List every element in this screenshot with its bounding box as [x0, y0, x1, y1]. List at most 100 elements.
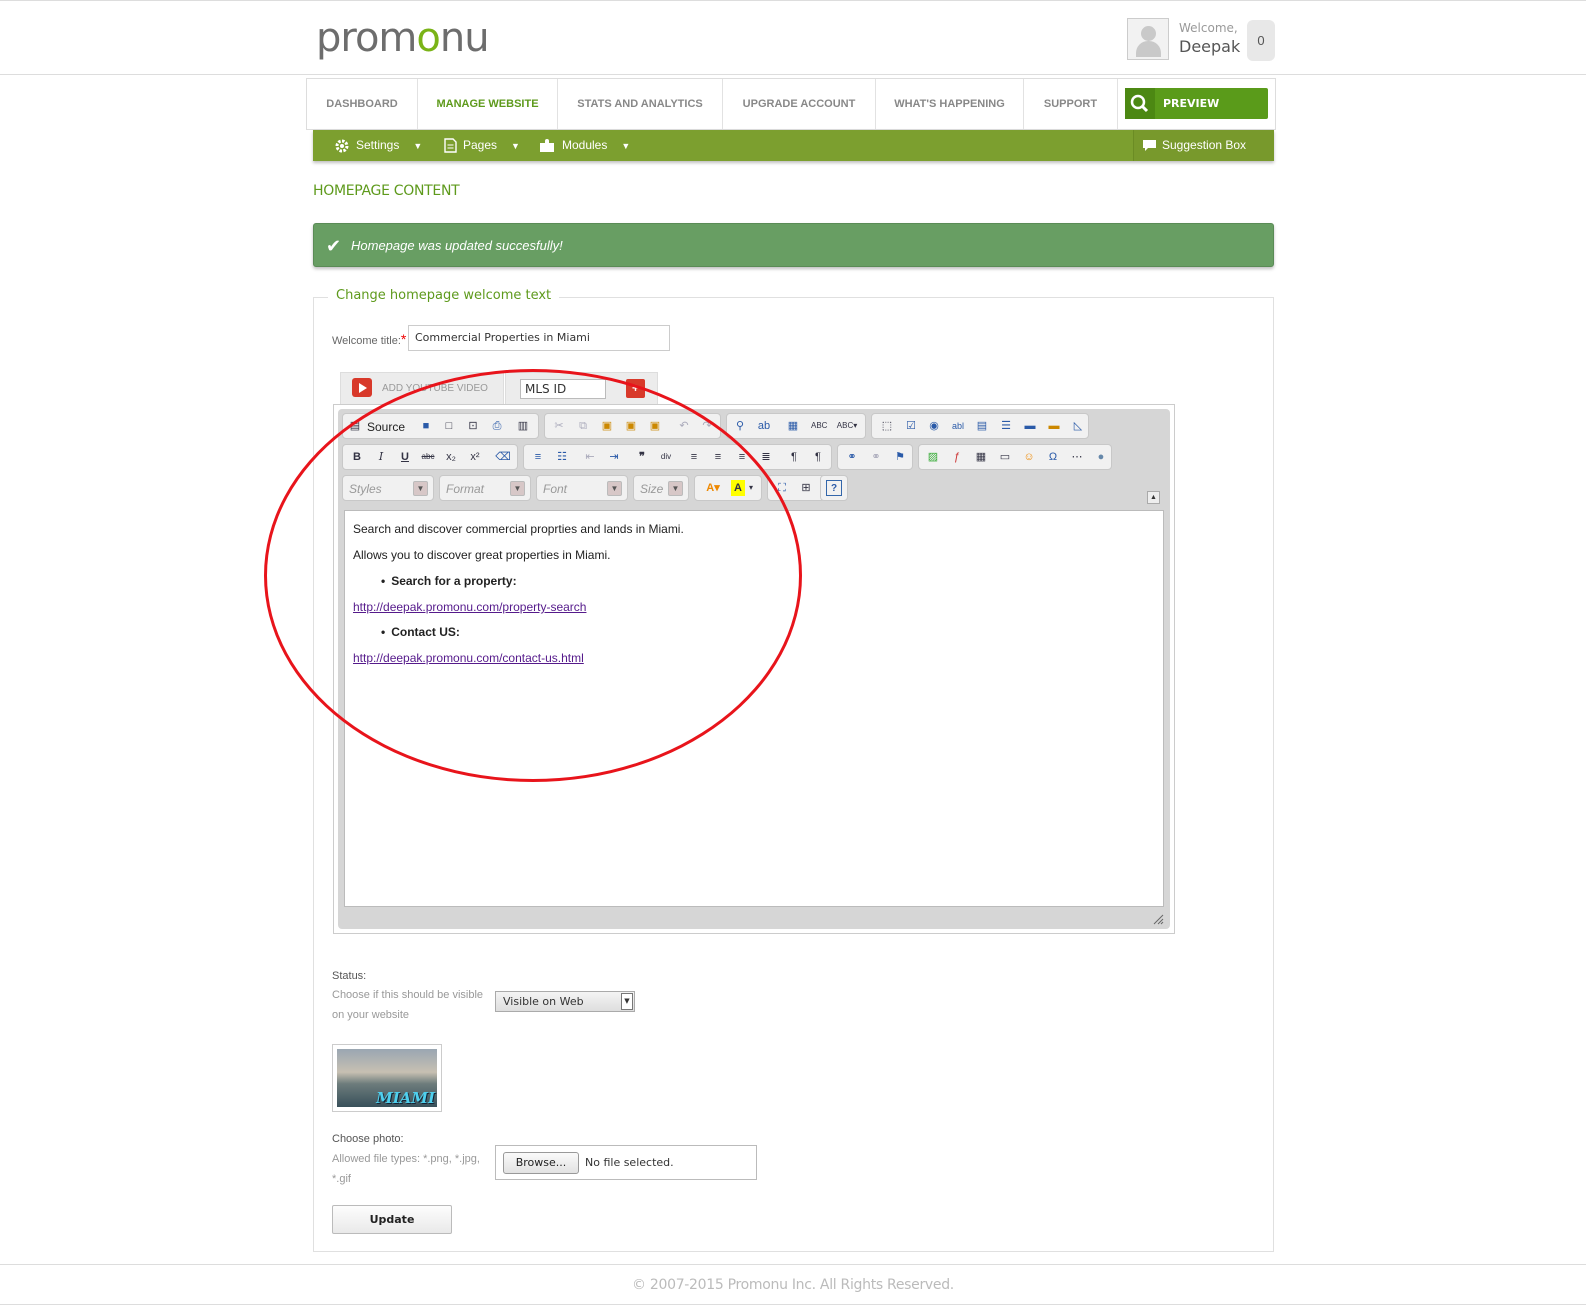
text-color-icon[interactable]: A▾: [701, 480, 725, 496]
welcome-title-input[interactable]: Commercial Properties in Miami: [408, 325, 670, 351]
bold-icon[interactable]: B: [349, 449, 365, 465]
textarea-icon[interactable]: ▤: [974, 418, 990, 434]
paste-word-icon[interactable]: ▣: [647, 418, 663, 434]
align-left-icon[interactable]: ≡: [686, 449, 702, 465]
nav-stats-and-analytics[interactable]: STATS AND ANALYTICS: [558, 79, 723, 129]
nav-whats-happening[interactable]: WHAT'S HAPPENING: [876, 79, 1024, 129]
cut-icon[interactable]: ✂: [551, 418, 567, 434]
subscript-icon[interactable]: x₂: [443, 449, 459, 465]
scayt-icon[interactable]: ABC▾: [835, 418, 859, 434]
avatar[interactable]: [1127, 18, 1169, 60]
undo-icon[interactable]: ↶: [676, 418, 692, 434]
maximize-icon[interactable]: ⛶: [774, 480, 790, 496]
status-select[interactable]: Visible on Web ▼: [495, 991, 635, 1012]
avatar-body: [1136, 41, 1161, 57]
textfield-icon[interactable]: abl: [950, 418, 966, 434]
styles-dropdown[interactable]: Styles ▼: [342, 475, 434, 501]
collapse-toolbar-icon[interactable]: ▲: [1147, 491, 1160, 504]
source-button[interactable]: Source: [367, 420, 405, 434]
replace-icon[interactable]: ab: [756, 418, 772, 434]
unlink-icon[interactable]: ⚭: [868, 449, 884, 465]
underline-icon[interactable]: U: [397, 449, 413, 465]
strike-icon[interactable]: abc: [420, 449, 436, 465]
nav-manage-website[interactable]: MANAGE WEBSITE: [418, 79, 558, 129]
font-dropdown[interactable]: Font ▼: [536, 475, 628, 501]
background-color-icon[interactable]: A: [731, 480, 745, 496]
horizontal-rule-icon[interactable]: ▭: [997, 449, 1013, 465]
superscript-icon[interactable]: x²: [467, 449, 483, 465]
nav-upgrade-account[interactable]: UPGRADE ACCOUNT: [723, 79, 876, 129]
size-dropdown[interactable]: Size ▼: [633, 475, 689, 501]
help-icon[interactable]: ?: [826, 480, 842, 496]
mls-id-input[interactable]: MLS ID: [520, 379, 606, 399]
preview-icon[interactable]: ⊡: [465, 418, 481, 434]
align-center-icon[interactable]: ≡: [710, 449, 726, 465]
update-button[interactable]: Update: [332, 1205, 452, 1234]
numbered-list-icon[interactable]: ≡: [530, 449, 546, 465]
select-field-icon[interactable]: ☰: [998, 418, 1014, 434]
resize-handle-icon[interactable]: [1152, 913, 1164, 925]
anchor-flag-icon[interactable]: ⚑: [892, 449, 908, 465]
property-search-link[interactable]: http://deepak.promonu.com/property-searc…: [353, 600, 586, 614]
form-icon[interactable]: ⬚: [879, 418, 895, 434]
flash-icon[interactable]: ƒ: [949, 449, 965, 465]
page-icon: [444, 138, 457, 154]
align-right-icon[interactable]: ≡: [734, 449, 750, 465]
link-icon[interactable]: ⚭: [844, 449, 860, 465]
ltr-icon[interactable]: ¶: [786, 449, 802, 465]
browse-button[interactable]: Browse...: [503, 1152, 579, 1174]
find-icon[interactable]: ⚲: [732, 418, 748, 434]
add-youtube-video-tab[interactable]: ADD YOUTUBE VIDEO: [340, 372, 504, 404]
table-icon[interactable]: ▦: [973, 449, 989, 465]
checkbox-icon[interactable]: ☑: [903, 418, 919, 434]
special-char-icon[interactable]: Ω: [1045, 449, 1061, 465]
notification-count[interactable]: 0: [1247, 20, 1275, 61]
blockquote-icon[interactable]: ❞: [634, 449, 650, 465]
show-blocks-icon[interactable]: ⊞: [798, 480, 814, 496]
justify-icon[interactable]: ≣: [758, 449, 774, 465]
image-icon[interactable]: ▨: [925, 449, 941, 465]
button-field-icon[interactable]: ▬: [1022, 418, 1038, 434]
outdent-icon[interactable]: ⇤: [582, 449, 598, 465]
editor-content-area[interactable]: Search and discover commercial proprties…: [344, 510, 1164, 907]
paste-text-icon[interactable]: ▣: [623, 418, 639, 434]
iframe-icon[interactable]: ●: [1093, 449, 1109, 465]
subnav-pages[interactable]: Pages ▼: [444, 130, 520, 161]
paste-icon[interactable]: ▣: [599, 418, 615, 434]
nav-dashboard[interactable]: DASHBOARD: [307, 79, 418, 129]
eraser-icon[interactable]: ⌫: [495, 449, 511, 465]
copy-icon[interactable]: ⧉: [575, 418, 591, 434]
promonu-logo[interactable]: promonu: [316, 15, 490, 61]
toolbar-row-3: Styles ▼ Format ▼ Font ▼ Size ▼ A▾ A ▾ ⛶ ⊞ ?: [342, 475, 1168, 501]
radio-icon[interactable]: ◉: [926, 418, 942, 434]
subnav-modules[interactable]: Modules ▼: [539, 130, 630, 161]
footer: © 2007-2015 Promonu Inc. All Rights Rese…: [0, 1264, 1586, 1305]
user-name[interactable]: Deepak: [1179, 37, 1240, 56]
div-icon[interactable]: div: [658, 449, 674, 465]
spellcheck-icon[interactable]: ABC: [811, 418, 827, 434]
image-button-icon[interactable]: ▬: [1046, 418, 1062, 434]
select-all-icon[interactable]: ▦: [785, 418, 801, 434]
templates-icon[interactable]: ▥: [515, 418, 531, 434]
redo-icon[interactable]: ↷: [699, 418, 715, 434]
hidden-field-icon[interactable]: ◺: [1070, 418, 1086, 434]
suggestion-box-button[interactable]: Suggestion Box: [1133, 130, 1274, 161]
italic-icon[interactable]: I: [373, 449, 389, 465]
rtl-icon[interactable]: ¶: [810, 449, 826, 465]
subnav-settings-label: Settings: [356, 138, 400, 152]
format-dropdown[interactable]: Format ▼: [439, 475, 531, 501]
page-break-icon[interactable]: ⋯: [1069, 449, 1085, 465]
indent-icon[interactable]: ⇥: [606, 449, 622, 465]
smiley-icon[interactable]: ☺: [1021, 449, 1037, 465]
save-icon[interactable]: ■: [418, 418, 434, 434]
nav-support[interactable]: SUPPORT: [1024, 79, 1118, 129]
checkmark-icon: ✔: [326, 236, 342, 256]
mls-add-button[interactable]: +: [626, 379, 645, 398]
chevron-down-icon[interactable]: ▾: [746, 480, 756, 496]
print-icon[interactable]: ⎙: [489, 418, 505, 434]
new-page-icon[interactable]: □: [441, 418, 457, 434]
subnav-settings[interactable]: Settings ▼: [334, 130, 422, 161]
bulleted-list-icon[interactable]: ☷: [554, 449, 570, 465]
contact-us-link[interactable]: http://deepak.promonu.com/contact-us.htm…: [353, 651, 584, 665]
preview-website-button[interactable]: PREVIEW WEBSITE: [1125, 88, 1268, 141]
